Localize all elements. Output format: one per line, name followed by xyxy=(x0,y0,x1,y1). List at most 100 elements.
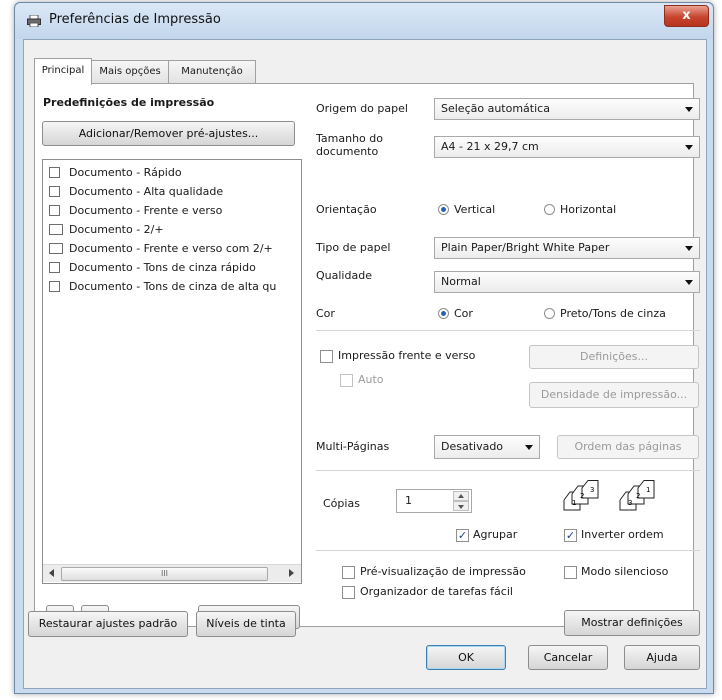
paper-source-label: Origem do papel xyxy=(316,102,408,115)
cancel-button[interactable]: Cancelar xyxy=(528,645,608,670)
list-item[interactable]: Documento - Tons de cinza rápido xyxy=(43,258,301,277)
copies-stepper[interactable]: 1 xyxy=(396,489,472,513)
reverse-order-checkbox[interactable]: ✓ xyxy=(564,529,577,542)
doc-size-value: A4 - 21 x 29,7 cm xyxy=(441,140,539,153)
duplex-auto-label: Auto xyxy=(358,373,384,386)
window-title: Preferências de Impressão xyxy=(49,12,221,27)
show-settings-button[interactable]: Mostrar definições xyxy=(564,610,700,636)
svg-text:3: 3 xyxy=(628,499,632,507)
scroll-left-icon[interactable] xyxy=(49,569,54,577)
duplex-checkbox[interactable] xyxy=(320,350,333,363)
document-icon xyxy=(49,186,60,197)
separator xyxy=(316,470,700,471)
orientation-label: Orientação xyxy=(316,203,377,216)
ok-button[interactable]: OK xyxy=(426,645,506,670)
svg-text:1: 1 xyxy=(572,499,576,507)
organizer-label: Organizador de tarefas fácil xyxy=(360,585,513,598)
silent-mode-checkbox[interactable] xyxy=(564,566,577,579)
chevron-down-icon xyxy=(458,505,464,509)
svg-text:3: 3 xyxy=(590,486,594,494)
ink-levels-button[interactable]: Níveis de tinta xyxy=(196,611,296,637)
doc-size-select[interactable]: A4 - 21 x 29,7 cm xyxy=(434,136,700,158)
document-icon xyxy=(49,167,60,178)
stepper-up-button[interactable] xyxy=(453,491,469,501)
grayscale-icon xyxy=(49,262,60,273)
page-order-button[interactable]: Ordem das páginas xyxy=(557,435,699,459)
color-label: Cor xyxy=(316,307,335,320)
list-item[interactable]: Documento - Tons de cinza de alta qu xyxy=(43,277,301,296)
paper-type-value: Plain Paper/Bright White Paper xyxy=(441,241,610,254)
duplex-auto-checkbox[interactable] xyxy=(340,374,353,387)
duplex-label: Impressão frente e verso xyxy=(338,349,476,362)
reverse-order-pages-icon: 1 2 3 xyxy=(619,480,655,511)
paper-source-select[interactable]: Seleção automática xyxy=(434,98,700,120)
quality-select[interactable]: Normal xyxy=(434,271,700,293)
list-item[interactable]: Documento - Alta qualidade xyxy=(43,182,301,201)
help-button[interactable]: Ajuda xyxy=(624,645,700,670)
stepper-down-button[interactable] xyxy=(453,501,469,511)
quality-value: Normal xyxy=(441,275,481,288)
presets-heading: Predefinições de impressão xyxy=(43,96,215,109)
orientation-horizontal-radio[interactable] xyxy=(544,204,555,215)
collate-pages-icon: 3 2 1 xyxy=(563,480,599,511)
chevron-up-icon xyxy=(458,494,464,498)
preview-label: Pré-visualização de impressão xyxy=(360,565,526,578)
presets-list: Documento - Rápido Documento - Alta qual… xyxy=(42,159,302,584)
chevron-down-icon xyxy=(685,280,693,285)
color-gray-radio[interactable] xyxy=(544,308,555,319)
chevron-down-icon xyxy=(685,107,693,112)
svg-text:2: 2 xyxy=(580,492,584,500)
definitions-button[interactable]: Definições... xyxy=(529,345,699,369)
grayscale-hq-icon xyxy=(49,281,60,292)
multipage-select[interactable]: Desativado xyxy=(434,435,540,459)
silent-mode-label: Modo silencioso xyxy=(581,565,669,578)
list-item[interactable]: Documento - Rápido xyxy=(43,163,301,182)
chevron-down-icon xyxy=(685,246,693,251)
separator xyxy=(316,550,700,551)
copies-label: Cópias xyxy=(323,497,360,510)
add-remove-presets-button[interactable]: Adicionar/Remover pré-ajustes... xyxy=(42,121,295,146)
doc-size-label: Tamanho do documento xyxy=(316,132,383,158)
paper-type-select[interactable]: Plain Paper/Bright White Paper xyxy=(434,237,700,259)
duplex-icon xyxy=(49,205,60,216)
orientation-horizontal-label: Horizontal xyxy=(560,203,617,216)
multipage-value: Desativado xyxy=(441,440,504,453)
restore-defaults-button[interactable]: Restaurar ajustes padrão xyxy=(28,611,188,637)
copies-value: 1 xyxy=(405,494,412,507)
horizontal-scrollbar[interactable]: III xyxy=(43,564,301,582)
title-bar: Preferências de Impressão x xyxy=(15,3,713,39)
tab-principal[interactable]: Principal xyxy=(34,58,92,85)
multipage-duplex-icon xyxy=(49,243,63,254)
organizer-checkbox[interactable] xyxy=(342,586,355,599)
svg-text:2: 2 xyxy=(636,492,640,500)
list-item[interactable]: Documento - Frente e verso xyxy=(43,201,301,220)
orientation-vertical-label: Vertical xyxy=(454,203,496,216)
collate-checkbox[interactable]: ✓ xyxy=(456,529,469,542)
collate-label: Agrupar xyxy=(473,528,518,541)
tab-manutencao[interactable]: Manutenção xyxy=(168,60,256,83)
printer-icon xyxy=(27,15,41,27)
paper-type-label: Tipo de papel xyxy=(316,241,391,254)
list-item[interactable]: Documento - Frente e verso com 2/+ xyxy=(43,239,301,258)
multipage-icon xyxy=(49,224,63,235)
svg-text:1: 1 xyxy=(646,486,650,494)
orientation-vertical-radio[interactable] xyxy=(438,204,449,215)
quality-label: Qualidade xyxy=(316,269,372,282)
color-gray-label: Preto/Tons de cinza xyxy=(560,307,666,320)
close-button[interactable]: x xyxy=(664,5,709,27)
chevron-down-icon xyxy=(685,145,693,150)
dialog-window: Preferências de Impressão x Principal Ma… xyxy=(14,2,714,694)
chevron-down-icon xyxy=(525,445,533,450)
list-item[interactable]: Documento - 2/+ xyxy=(43,220,301,239)
paper-source-value: Seleção automática xyxy=(441,102,550,115)
reverse-order-label: Inverter ordem xyxy=(581,528,664,541)
multipage-label: Multi-Páginas xyxy=(316,440,390,453)
scroll-thumb[interactable]: III xyxy=(61,567,268,581)
tab-mais-opcoes[interactable]: Mais opções xyxy=(90,60,170,83)
preview-checkbox[interactable] xyxy=(342,566,355,579)
color-color-radio[interactable] xyxy=(438,308,449,319)
density-button[interactable]: Densidade de impressão... xyxy=(529,382,699,408)
dialog-client: Principal Mais opções Manutenção Predefi… xyxy=(23,39,707,689)
color-color-label: Cor xyxy=(454,307,473,320)
scroll-right-icon[interactable] xyxy=(289,569,294,577)
